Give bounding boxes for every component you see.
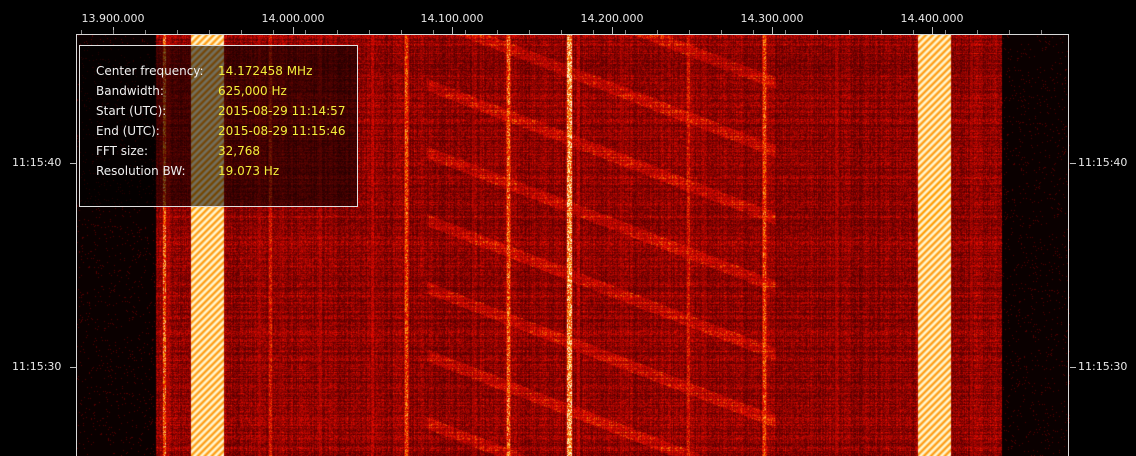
frequency-major-tick	[452, 27, 453, 34]
info-value: 32,768	[218, 144, 260, 158]
time-tick	[1070, 163, 1076, 164]
time-tick	[1070, 367, 1076, 368]
spectrogram-viewer: 13.900.000 14.000.000 14.100.000 14.200.…	[0, 0, 1136, 456]
info-value: 625,000 Hz	[218, 84, 287, 98]
time-label-left: 11:15:40	[12, 156, 62, 169]
info-panel: Center frequency: 14.172458 MHz Bandwidt…	[79, 45, 358, 207]
frequency-major-tick	[293, 27, 294, 34]
info-key: FFT size:	[96, 144, 149, 158]
frequency-label: 14.200.000	[580, 12, 644, 25]
frequency-label: 14.000.000	[261, 12, 325, 25]
frequency-major-tick	[932, 27, 933, 34]
info-value: 2015-08-29 11:15:46	[218, 124, 346, 138]
frequency-label: 14.400.000	[900, 12, 964, 25]
info-value: 14.172458 MHz	[218, 64, 313, 78]
info-value: 19.073 Hz	[218, 164, 280, 178]
frequency-axis: 13.900.000 14.000.000 14.100.000 14.200.…	[0, 0, 1136, 34]
frequency-label: 13.900.000	[81, 12, 145, 25]
info-key: Start (UTC):	[96, 104, 167, 118]
frequency-label: 14.300.000	[740, 12, 804, 25]
time-tick	[70, 367, 76, 368]
time-label-right: 11:15:30	[1078, 360, 1128, 373]
frequency-label: 14.100.000	[420, 12, 484, 25]
time-label-right: 11:15:40	[1078, 156, 1128, 169]
frequency-major-tick	[772, 27, 773, 34]
time-tick	[70, 163, 76, 164]
frequency-major-tick	[612, 27, 613, 34]
info-key: Resolution BW:	[96, 164, 186, 178]
info-key: Bandwidth:	[96, 84, 164, 98]
time-label-left: 11:15:30	[12, 360, 62, 373]
info-key: End (UTC):	[96, 124, 160, 138]
info-key: Center frequency:	[96, 64, 204, 78]
info-value: 2015-08-29 11:14:57	[218, 104, 346, 118]
